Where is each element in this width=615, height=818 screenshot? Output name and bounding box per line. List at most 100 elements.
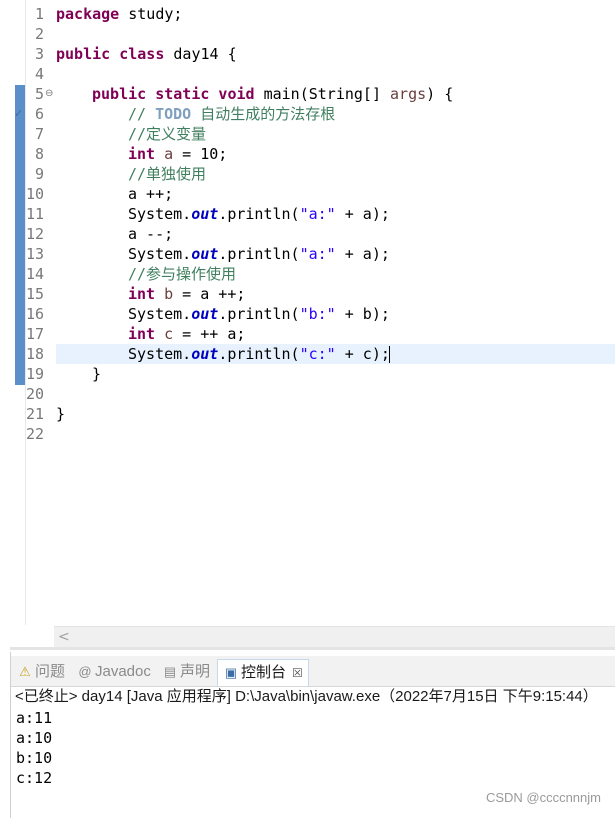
code-line[interactable]: System.out.println("a:" + a); [128,244,390,264]
code-text: System. [128,345,192,363]
code-text: + b); [335,305,390,323]
tab-problems[interactable]: ⚠ 问题 [17,659,65,685]
code-text: .println( [218,305,300,323]
console-icon: ▣ [224,665,238,680]
code-line[interactable]: } [56,404,65,424]
code-text: day14 { [164,45,237,63]
code-text: ) { [426,85,454,103]
variable: c [155,325,174,343]
keyword: package [56,5,120,23]
console-output-line: a:11 [16,709,53,727]
line-number: 9 [34,165,44,183]
string-literal: "a:" [299,245,336,263]
code-line[interactable]: //单独使用 [128,164,206,184]
code-line[interactable]: public class day14 { [56,44,237,64]
line-number: 14 [25,265,44,283]
watermark: CSDN @ccccnnnjm [485,790,601,805]
code-text: = 10; [173,145,228,163]
console-output-line: a:10 [16,729,53,747]
code-text: .println( [218,205,300,223]
console-output-line: b:10 [16,749,53,767]
line-number: 21 [25,405,44,423]
tab-label: 问题 [35,663,66,680]
code-line[interactable]: public static void main(String[] args) { [92,84,453,104]
code-line[interactable]: int b = a ++; [128,284,245,304]
code-text: = a ++; [173,285,246,303]
line-number: 1 [34,5,44,23]
code-line[interactable]: System.out.println("a:" + a); [128,204,390,224]
line-number: 5 [34,85,44,103]
code-text: a --; [128,225,174,243]
line-number: 17 [25,325,44,343]
collapse-icon[interactable]: ⊖ [45,88,53,99]
code-line[interactable]: package study; [56,4,182,24]
keyword: int [128,285,156,303]
line-number: 12 [25,225,44,243]
static-field: out [191,345,219,363]
line-number: 15 [25,285,44,303]
code-line[interactable]: int c = ++ a; [128,324,245,344]
panel-tab-bar: ⚠ 问题 @ Javadoc ▤ 声明 ▣ 控制台 ☒ [11,656,615,687]
variable: b [155,285,174,303]
variable: a [155,145,174,163]
code-line[interactable]: a ++; [128,184,173,204]
code-text: = ++ a; [173,325,246,343]
parameter: args [390,85,427,103]
line-number: 19 [25,365,44,383]
line-number: 4 [34,65,44,83]
line-number: 8 [34,145,44,163]
keyword: public static void [92,85,255,103]
code-text: a ++; [128,185,174,203]
line-number: 18 [25,345,44,363]
code-text: main(String[] [254,85,391,103]
line-number: 6 [34,105,44,123]
line-number: 2 [34,25,44,43]
static-field: out [191,245,219,263]
code-line[interactable]: // TODO 自动生成的方法存根 [128,104,335,124]
tab-label: 声明 [180,663,211,680]
comment: //参与操作使用 [128,265,237,283]
code-text: .println( [218,345,300,363]
close-icon[interactable]: ☒ [292,666,303,680]
code-text: + a); [335,245,390,263]
console-output-line: c:12 [16,769,53,787]
comment: 自动生成的方法存根 [191,105,336,123]
keyword: int [128,145,156,163]
horizontal-scrollbar[interactable]: < [54,626,615,647]
text-caret [389,346,390,363]
declaration-icon: ▤ [163,664,177,679]
line-number: 22 [25,425,44,443]
panel-splitter[interactable] [10,647,615,650]
code-line[interactable]: a --; [128,224,173,244]
warning-icon: ⚠ [19,664,31,679]
line-number: 10 [25,185,44,203]
line-number: 20 [25,385,44,403]
code-text: } [92,365,102,383]
code-line[interactable]: System.out.println("c:" + c); [128,344,390,364]
comment: //定义变量 [128,125,207,143]
comment: //单独使用 [128,165,207,183]
keyword: public class [56,45,165,63]
tab-label: 控制台 [241,664,287,681]
code-text: } [56,405,66,423]
code-text: .println( [218,245,300,263]
tab-javadoc[interactable]: @ Javadoc [77,659,150,685]
string-literal: "c:" [299,345,336,363]
code-line[interactable]: //定义变量 [128,124,206,144]
static-field: out [191,205,219,223]
code-line[interactable]: } [92,364,101,384]
tab-console[interactable]: ▣ 控制台 ☒ [217,659,309,686]
string-literal: "b:" [299,305,336,323]
scroll-left-icon[interactable]: < [58,627,70,647]
code-editor[interactable]: ⊖ ✓ 1 2 3 4 5 6 7 8 9 10 11 12 13 14 15 … [0,0,615,650]
code-line[interactable]: System.out.println("b:" + b); [128,304,390,324]
code-text: System. [128,245,192,263]
code-text: + c); [335,345,390,363]
code-line[interactable]: int a = 10; [128,144,227,164]
at-icon: @ [78,664,92,679]
code-line[interactable]: //参与操作使用 [128,264,236,284]
tab-declaration[interactable]: ▤ 声明 [162,659,210,685]
line-number: 11 [25,205,44,223]
line-number: 16 [25,305,44,323]
keyword: int [128,325,156,343]
